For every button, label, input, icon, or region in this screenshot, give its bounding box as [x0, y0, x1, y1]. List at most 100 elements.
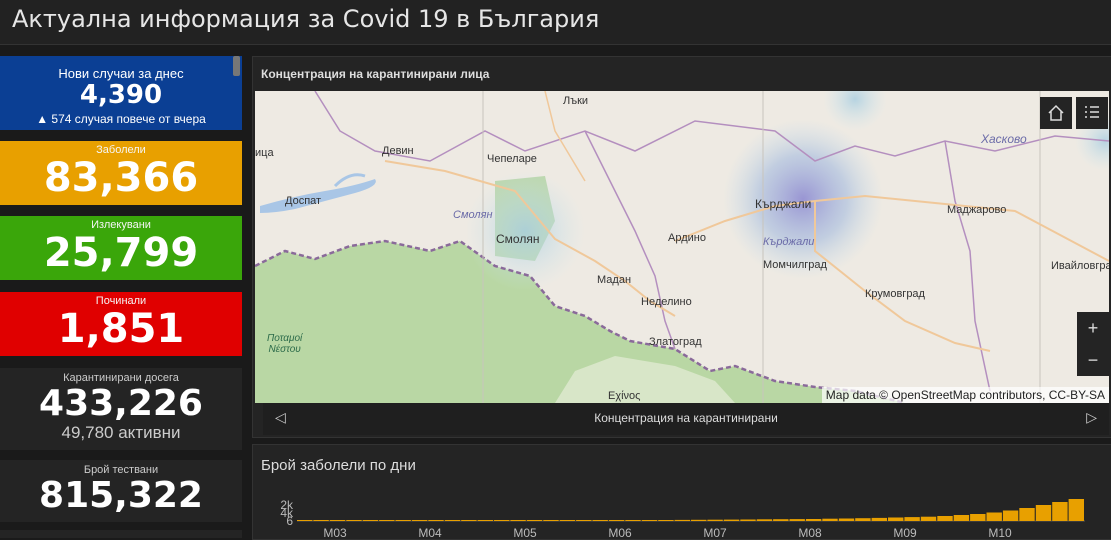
- chart-x-tick: M03: [323, 526, 347, 539]
- map-nav-bar: ◁ Концентрация на карантинирани ▷: [263, 403, 1109, 435]
- chart-bar[interactable]: [1052, 502, 1068, 521]
- chart-bar[interactable]: [477, 520, 493, 521]
- chart-bar[interactable]: [411, 520, 428, 521]
- chart-bar[interactable]: [904, 517, 920, 521]
- chart-bar[interactable]: [937, 516, 953, 521]
- chart-bar[interactable]: [789, 519, 805, 521]
- map-panel-title: Концентрация на карантинирани лица: [261, 67, 490, 81]
- quarantined-card: Карантинирани досега 433,226 49,780 акти…: [0, 368, 242, 450]
- infected-card: Заболели 83,366: [0, 141, 242, 205]
- place-krumovgrad: Крумовград: [865, 288, 925, 300]
- place-nedelino: Неделино: [641, 296, 692, 308]
- new-cases-delta: ▲ 574 случая повече от вчера: [36, 112, 206, 126]
- deaths-value: 1,851: [57, 306, 185, 352]
- chart-bar[interactable]: [1019, 508, 1035, 521]
- chart-bar[interactable]: [313, 520, 329, 521]
- chart-bar[interactable]: [1068, 499, 1084, 521]
- chart-bar[interactable]: [871, 517, 887, 521]
- province-border-2: [584, 130, 676, 350]
- chart-bar[interactable]: [395, 520, 411, 521]
- minus-icon: −: [1087, 349, 1099, 370]
- chart-bar[interactable]: [822, 518, 838, 521]
- chart-bar[interactable]: [379, 520, 395, 521]
- place-madan: Мадан: [597, 274, 632, 286]
- chart-bar[interactable]: [723, 519, 740, 521]
- chart-x-tick: M09: [893, 526, 917, 539]
- chevron-right-icon[interactable]: ▷: [1086, 409, 1097, 426]
- stats-column: Нови случаи за днес 4,390 ▲ 574 случая п…: [0, 52, 246, 538]
- chart-bar[interactable]: [346, 520, 362, 521]
- chart-bar[interactable]: [592, 520, 608, 521]
- chart-bar[interactable]: [707, 519, 723, 521]
- chart-bar[interactable]: [329, 520, 346, 521]
- chart-bar[interactable]: [510, 520, 526, 521]
- place-ardino: Ардино: [668, 232, 706, 244]
- chart-bar[interactable]: [970, 514, 986, 521]
- province-border-3: [944, 140, 991, 392]
- chart-bar[interactable]: [641, 520, 658, 521]
- chart-bar[interactable]: [773, 519, 789, 521]
- map-panel: Концентрация на карантинирани лица Лъки …: [252, 56, 1111, 438]
- list-icon: [1085, 106, 1099, 118]
- chart-bar[interactable]: [920, 516, 937, 521]
- new-cases-card: Нови случаи за днес 4,390 ▲ 574 случая п…: [0, 56, 242, 130]
- chart-bar[interactable]: [838, 518, 855, 522]
- chart-bar[interactable]: [674, 519, 690, 521]
- chart-bar[interactable]: [362, 520, 379, 521]
- chart-bar[interactable]: [461, 520, 477, 521]
- legend-button[interactable]: [1076, 97, 1108, 129]
- chart-bar[interactable]: [740, 519, 756, 522]
- stats-scrollbar[interactable]: [233, 56, 240, 76]
- chart-bar[interactable]: [1002, 510, 1019, 522]
- place-kardzhali: Кърджали: [755, 197, 812, 211]
- place-dospat: Доспат: [285, 195, 322, 207]
- place-ivaylovgrad: Ивайловград: [1051, 260, 1109, 272]
- chart-bar[interactable]: [608, 520, 625, 521]
- chart-bar[interactable]: [756, 519, 773, 521]
- recovered-card: Излекувани 25,799: [0, 216, 242, 280]
- chart-bar[interactable]: [428, 520, 444, 521]
- map-view[interactable]: Лъки Хасково ица Девин Чепеларе Смолян С…: [255, 91, 1109, 403]
- place-potamoi-line2: Νέστου: [268, 344, 301, 355]
- map-attribution: Map data © OpenStreetMap contributors, C…: [821, 387, 1109, 403]
- chart-bar[interactable]: [625, 520, 641, 521]
- chart-bar[interactable]: [855, 518, 871, 521]
- app-header: Актуална информация за Covid 19 в Българ…: [0, 0, 1111, 45]
- home-button[interactable]: [1040, 97, 1072, 129]
- chart-x-tick: M05: [513, 526, 537, 539]
- chart-panel: Брой заболели по дни 6 4k 2k M03 M04 M05 M06 M0…: [252, 444, 1111, 540]
- place-kardzhali-region: Кърджали: [763, 236, 815, 248]
- place-haskovo: Хасково: [981, 132, 1027, 146]
- zoom-out-button[interactable]: −: [1077, 344, 1109, 376]
- tests-value: 815,322: [39, 475, 203, 516]
- chart-bar[interactable]: [1035, 505, 1052, 521]
- deaths-card: Починали 1,851: [0, 292, 242, 356]
- chart-bar[interactable]: [543, 520, 559, 521]
- chart-bar[interactable]: [888, 517, 904, 522]
- tests-card: Брой тествани 815,322: [0, 460, 242, 522]
- place-devin: Девин: [382, 145, 414, 157]
- new-cases-label: Нови случаи за днес: [58, 66, 184, 81]
- place-chepelare: Чепеларе: [487, 153, 537, 165]
- chart-bar[interactable]: [559, 520, 576, 521]
- place-madzharovo: Маджарово: [947, 204, 1007, 216]
- recovered-value: 25,799: [43, 230, 199, 276]
- chart-bar[interactable]: [297, 520, 313, 521]
- chart-bar[interactable]: [526, 520, 543, 521]
- chart-x-tick: M08: [798, 526, 822, 539]
- page-title: Актуална информация за Covid 19 в Българ…: [12, 5, 600, 33]
- chart-bar[interactable]: [986, 512, 1002, 522]
- zoom-in-button[interactable]: +: [1077, 312, 1109, 344]
- chart-bar[interactable]: [494, 520, 510, 521]
- chart-bar[interactable]: [444, 520, 461, 521]
- new-cases-value: 4,390: [79, 80, 163, 110]
- map-nav-label: Концентрация на карантинирани: [594, 411, 778, 425]
- place-momchilgrad: Момчилград: [763, 259, 827, 271]
- chart-bar[interactable]: [576, 520, 592, 521]
- chart-bar[interactable]: [658, 520, 674, 521]
- chart-bar[interactable]: [805, 519, 822, 521]
- place-exinos: Εχίνος: [608, 390, 641, 402]
- chart-bar[interactable]: [953, 515, 970, 521]
- place-zlatograd: Златоград: [649, 336, 702, 348]
- chart-bar[interactable]: [691, 519, 707, 521]
